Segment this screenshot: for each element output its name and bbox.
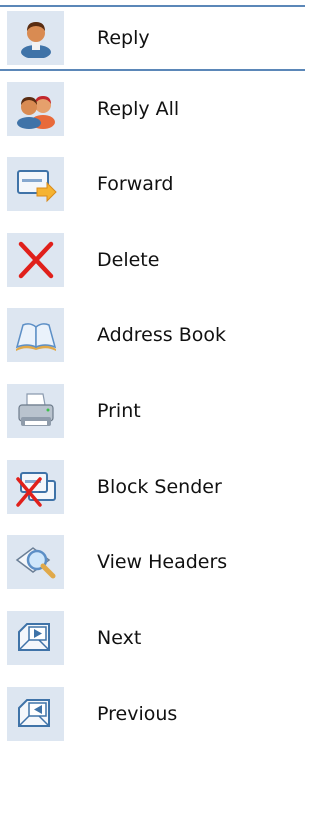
menu-item-label: Next bbox=[97, 627, 142, 649]
menu-item-block-sender[interactable]: Block Sender bbox=[0, 454, 305, 520]
delete-x-icon bbox=[18, 241, 54, 279]
icon-tile bbox=[7, 308, 64, 362]
menu-item-label: Print bbox=[97, 400, 141, 422]
icon-tile bbox=[7, 11, 64, 65]
next-envelope-icon bbox=[18, 623, 50, 651]
menu-item-label: Reply All bbox=[97, 98, 180, 120]
previous-envelope-icon bbox=[18, 699, 50, 727]
menu-item-next[interactable]: Next bbox=[0, 605, 305, 671]
menu-item-view-headers[interactable]: View Headers bbox=[0, 529, 305, 595]
menu-item-label: View Headers bbox=[97, 551, 228, 573]
menu-item-print[interactable]: Print bbox=[0, 378, 305, 444]
menu-item-label: Reply bbox=[97, 27, 150, 49]
context-menu: Reply Reply All Forward Delete Address B… bbox=[0, 0, 305, 829]
menu-item-label: Delete bbox=[97, 249, 160, 271]
two-people-icon bbox=[17, 96, 55, 129]
printer-icon bbox=[18, 393, 54, 426]
icon-tile bbox=[7, 82, 64, 136]
menu-item-previous[interactable]: Previous bbox=[0, 681, 305, 747]
icon-tile bbox=[7, 687, 64, 741]
icon-tile bbox=[7, 611, 64, 665]
menu-item-forward[interactable]: Forward bbox=[0, 151, 305, 217]
menu-item-delete[interactable]: Delete bbox=[0, 227, 305, 293]
person-icon bbox=[21, 22, 51, 58]
menu-item-label: Address Book bbox=[97, 324, 226, 346]
icon-tile bbox=[7, 233, 64, 287]
icon-tile bbox=[7, 384, 64, 438]
menu-item-address-book[interactable]: Address Book bbox=[0, 302, 305, 368]
icon-tile bbox=[7, 535, 64, 589]
open-book-icon bbox=[15, 323, 57, 351]
block-sender-icon bbox=[16, 472, 56, 507]
menu-item-label: Previous bbox=[97, 703, 178, 725]
icon-tile bbox=[7, 157, 64, 211]
menu-item-reply[interactable]: Reply bbox=[0, 5, 305, 71]
envelope-forward-icon bbox=[17, 170, 57, 203]
magnifier-envelope-icon bbox=[15, 547, 56, 579]
icon-tile bbox=[7, 460, 64, 514]
menu-item-label: Forward bbox=[97, 173, 174, 195]
menu-item-label: Block Sender bbox=[97, 476, 222, 498]
menu-item-reply-all[interactable]: Reply All bbox=[0, 76, 305, 142]
